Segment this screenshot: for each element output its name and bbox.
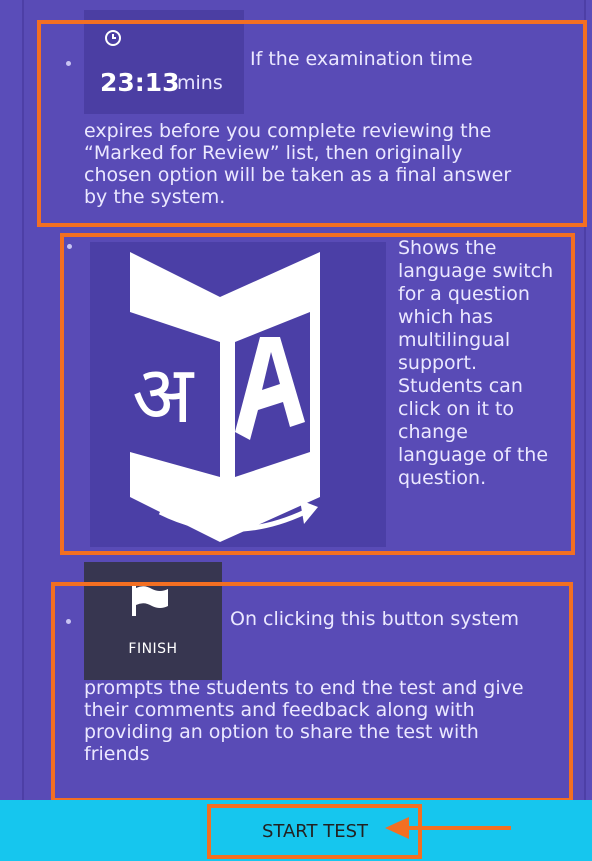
- highlight-box-language: [60, 233, 575, 555]
- highlight-box-finish: [51, 582, 573, 802]
- pointer-arrow-icon: [385, 817, 511, 839]
- highlight-box-timer: [37, 20, 587, 227]
